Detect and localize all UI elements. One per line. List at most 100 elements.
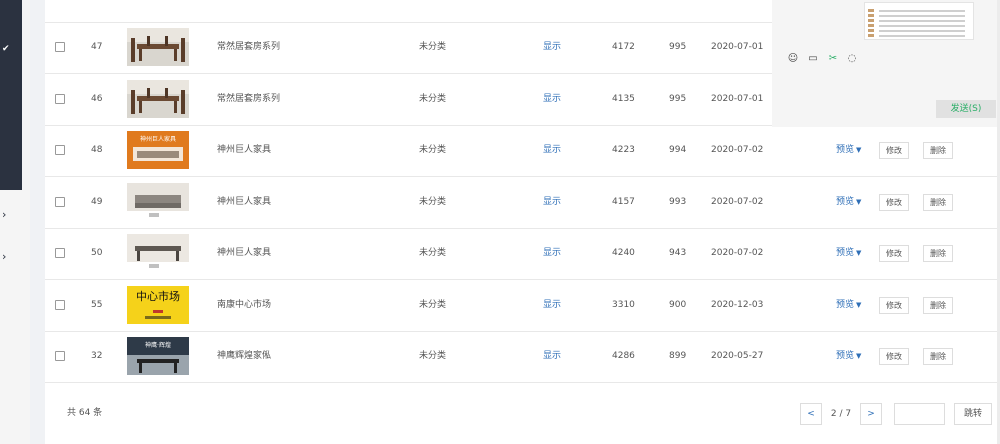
thumbnail-text: 神鹰·辉煌 <box>145 342 171 349</box>
chat-bubble-icon[interactable]: ◌ <box>846 53 858 65</box>
row-thumbnail: 中心市场 <box>127 286 189 324</box>
row-views: 4223 <box>612 145 635 155</box>
chevron-right-icon[interactable]: › <box>2 250 6 263</box>
row-sort: 900 <box>669 300 687 310</box>
row-id: 46 <box>91 94 103 104</box>
preview-label: 预览 <box>836 248 855 258</box>
preview-dropdown[interactable]: 预览 ▼ <box>836 228 861 279</box>
left-rail: ✔ › › <box>0 0 30 444</box>
row-category: 未分类 <box>419 94 447 104</box>
edit-button[interactable]: 修改 <box>879 194 909 211</box>
chevron-right-icon[interactable]: › <box>2 208 6 221</box>
row-checkbox[interactable] <box>55 145 65 155</box>
row-id: 48 <box>91 145 103 155</box>
row-checkbox[interactable] <box>55 197 65 207</box>
row-views: 4172 <box>612 42 635 52</box>
row-thumbnail: 神州巨人家具 <box>127 131 189 169</box>
row-category: 未分类 <box>419 145 447 155</box>
row-checkbox[interactable] <box>55 94 65 104</box>
next-page-button[interactable]: > <box>860 403 882 425</box>
table-row: 32 神鹰·辉煌 神鹰辉煌家俬 未分类 显示 4286 899 2020-05-27 预览 ▼ 修改… <box>45 331 1000 383</box>
table-row: 55 中心市场南康中心市场 未分类 显示 3310 900 2020-12-03 预览 ▼ 修改删… <box>45 280 1000 332</box>
delete-button[interactable]: 删除 <box>923 194 953 211</box>
delete-button[interactable]: 删除 <box>923 297 953 314</box>
send-button[interactable]: 发送(S) <box>936 100 996 118</box>
row-date: 2020-12-03 <box>711 300 764 310</box>
table-row: 48 神州巨人家具 神州巨人家具 未分类 显示 4223 994 2020-07-02 预览 ▼ 修… <box>45 125 1000 177</box>
delete-button[interactable]: 删除 <box>923 245 953 262</box>
smiley-icon[interactable]: ☺ <box>787 53 799 65</box>
row-status-link[interactable]: 显示 <box>543 228 561 279</box>
row-views: 4135 <box>612 94 635 104</box>
page-jump-input[interactable] <box>894 403 945 425</box>
row-thumbnail: 神鹰·辉煌 <box>127 337 189 375</box>
delete-button[interactable]: 删除 <box>923 142 953 159</box>
folder-icon[interactable]: ▭ <box>807 53 819 65</box>
caret-down-icon: ▼ <box>856 352 862 360</box>
preview-dropdown[interactable]: 预览 ▼ <box>836 280 861 331</box>
row-id: 50 <box>91 248 103 258</box>
row-date: 2020-07-02 <box>711 145 764 155</box>
row-thumbnail <box>127 28 189 66</box>
preview-dropdown[interactable]: 预览 ▼ <box>836 331 861 382</box>
caret-down-icon: ▼ <box>856 301 862 309</box>
edit-button[interactable]: 修改 <box>879 142 909 159</box>
row-status-link[interactable]: 显示 <box>543 177 561 228</box>
row-category: 未分类 <box>419 351 447 361</box>
row-checkbox[interactable] <box>55 351 65 361</box>
preview-dropdown[interactable]: 预览 ▼ <box>836 125 861 176</box>
row-name: 南康中心市场 <box>217 300 272 310</box>
row-id: 32 <box>91 351 103 361</box>
edit-button[interactable]: 修改 <box>879 297 909 314</box>
row-views: 4157 <box>612 197 635 207</box>
row-id: 55 <box>91 300 103 310</box>
pagination-footer: 共 64 条 < 2 / 7 > 跳转 <box>45 385 1000 444</box>
row-date: 2020-07-02 <box>711 248 764 258</box>
row-category: 未分类 <box>419 300 447 310</box>
row-views: 3310 <box>612 300 635 310</box>
sidebar-dark: ✔ <box>0 0 22 190</box>
row-checkbox[interactable] <box>55 248 65 258</box>
row-status-link[interactable]: 显示 <box>543 125 561 176</box>
delete-button[interactable]: 删除 <box>923 348 953 365</box>
edit-button[interactable]: 修改 <box>879 245 909 262</box>
screenshot-preview[interactable] <box>864 2 974 40</box>
chat-window: ☺ ▭ ✂ ◌ 发送(S) <box>772 0 1000 127</box>
scissors-icon[interactable]: ✂ <box>827 53 839 65</box>
row-category: 未分类 <box>419 197 447 207</box>
row-sort: 993 <box>669 197 687 207</box>
preview-label: 预览 <box>836 351 855 361</box>
row-id: 47 <box>91 42 103 52</box>
row-status-link[interactable]: 显示 <box>543 22 561 73</box>
row-thumbnail <box>127 183 189 221</box>
row-status-link[interactable]: 显示 <box>543 74 561 125</box>
jump-button[interactable]: 跳转 <box>954 403 992 425</box>
row-views: 4240 <box>612 248 635 258</box>
check-icon: ✔ <box>2 44 10 54</box>
preview-label: 预览 <box>836 197 855 207</box>
preview-dropdown[interactable]: 预览 ▼ <box>836 177 861 228</box>
row-name: 神州巨人家具 <box>217 145 272 155</box>
row-checkbox[interactable] <box>55 42 65 52</box>
thumbnail-text: 中心市场 <box>136 290 180 303</box>
thumbnail-text: 神州巨人家具 <box>139 136 176 143</box>
table-row: 49 神州巨人家具 未分类 显示 4157 993 2020-07-02 预览 ▼ 修改 删除 <box>45 177 1000 229</box>
row-id: 49 <box>91 197 103 207</box>
row-status-link[interactable]: 显示 <box>543 331 561 382</box>
edit-button[interactable]: 修改 <box>879 348 909 365</box>
row-date: 2020-05-27 <box>711 351 764 361</box>
row-checkbox[interactable] <box>55 300 65 310</box>
row-date: 2020-07-01 <box>711 94 764 104</box>
row-status-link[interactable]: 显示 <box>543 280 561 331</box>
row-name: 常然居套房系列 <box>217 94 281 104</box>
row-sort: 995 <box>669 42 687 52</box>
row-sort: 995 <box>669 94 687 104</box>
row-name: 常然居套房系列 <box>217 42 281 52</box>
prev-page-button[interactable]: < <box>800 403 822 425</box>
row-name: 神州巨人家具 <box>217 197 272 207</box>
row-category: 未分类 <box>419 42 447 52</box>
row-thumbnail <box>127 80 189 118</box>
row-sort: 943 <box>669 248 687 258</box>
row-sort: 994 <box>669 145 687 155</box>
row-date: 2020-07-01 <box>711 42 764 52</box>
